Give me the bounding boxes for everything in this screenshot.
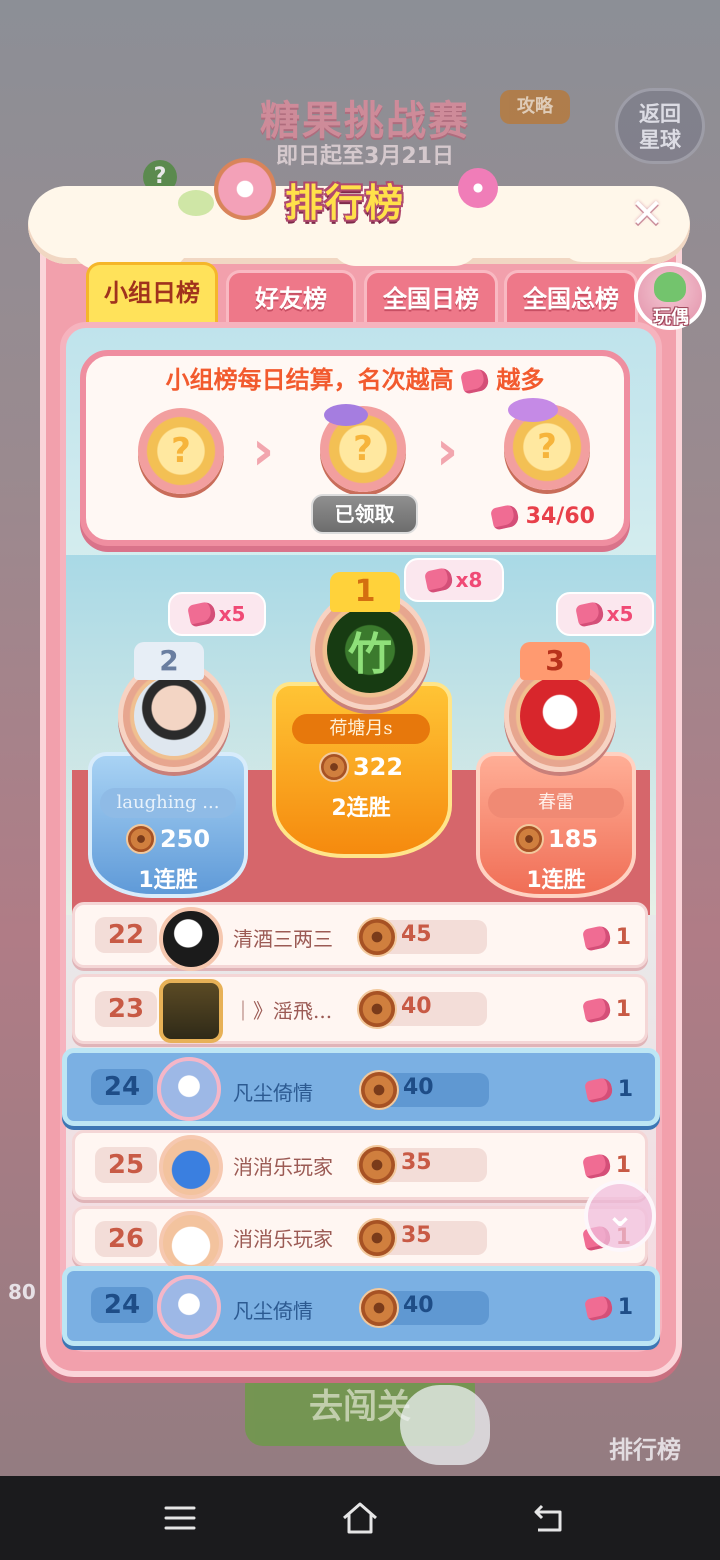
tab-national-total[interactable]: 全国总榜 — [504, 270, 638, 322]
row-score: 40 — [403, 1293, 434, 1318]
system-nav-bar — [0, 1476, 720, 1560]
third-streak: 1连胜 — [526, 868, 586, 893]
chevron-right-icon: › — [436, 419, 459, 482]
row-avatar[interactable] — [157, 1057, 221, 1121]
ticket-icon — [423, 566, 454, 594]
second-streak: 1连胜 — [138, 868, 198, 893]
question-chest-icon[interactable]: ? — [138, 408, 224, 494]
donut-icon — [357, 917, 397, 957]
donut-icon — [357, 989, 397, 1029]
row-avatar[interactable] — [159, 1135, 223, 1199]
tab-friends[interactable]: 好友榜 — [226, 270, 356, 322]
row-player-name: ｜》滛飛... — [233, 999, 333, 1023]
scroll-down-icon[interactable]: ⌄ — [584, 1180, 656, 1252]
lollipop-icon — [458, 168, 498, 208]
table-row[interactable]: 22 清酒三两三 45 1 — [72, 902, 648, 971]
row-rank: 25 — [95, 1147, 157, 1183]
grand-bow-icon — [508, 398, 558, 422]
row-score: 35 — [401, 1223, 432, 1248]
panel-title: 排行榜 — [285, 181, 406, 225]
ticket-icon — [574, 600, 605, 628]
table-row[interactable]: 26 消消乐玩家 35 1 — [72, 1206, 648, 1275]
donut-icon — [513, 824, 544, 854]
first-crown: 1 — [330, 572, 400, 612]
bow-icon — [324, 404, 368, 426]
chevron-right-icon: › — [252, 419, 275, 482]
ticket-icon — [583, 1076, 614, 1103]
table-row-current-user[interactable]: 24 凡尘倚情 40 1 — [62, 1048, 660, 1126]
event-dates: 即日起至3月21日 — [276, 144, 454, 169]
row-score: 35 — [401, 1150, 432, 1175]
back-to-planet-button[interactable]: 返回 星球 — [615, 88, 705, 164]
third-reward-bubble: x5 — [556, 592, 654, 636]
third-name: 春雷 — [488, 788, 624, 818]
row-score: 40 — [401, 994, 432, 1019]
table-row[interactable]: 23 ｜》滛飛... 40 1 — [72, 974, 648, 1044]
row-avatar[interactable] — [157, 1275, 221, 1339]
donut-icon — [318, 752, 349, 782]
ticket-icon — [581, 924, 612, 951]
claimed-button: 已领取 — [311, 494, 418, 534]
reward-progress: 34/60 — [489, 503, 595, 531]
ticket-icon — [581, 1152, 612, 1179]
row-rank: 23 — [95, 991, 157, 1027]
ticket-icon — [459, 367, 491, 395]
leaderboard-button[interactable]: 排行榜 — [590, 1380, 700, 1470]
frosting-drip — [330, 240, 480, 266]
toy-label: 玩偶 — [653, 307, 689, 328]
donut-title-icon — [214, 158, 276, 220]
side-value: 80 — [8, 1280, 36, 1304]
third-avatar[interactable] — [520, 676, 600, 756]
first-name: 荷塘月s — [292, 714, 430, 744]
row-rank: 22 — [95, 917, 157, 953]
ticket-icon — [581, 996, 612, 1023]
table-row[interactable]: 25 消消乐玩家 35 1 — [72, 1130, 648, 1200]
row-avatar[interactable] — [159, 979, 223, 1043]
row-reward: 1 — [581, 1152, 631, 1179]
reward-header: 小组榜每日结算，名次越高 越多 — [165, 366, 545, 395]
first-avatar[interactable]: 竹 — [327, 607, 413, 693]
guide-button[interactable]: 攻略 — [500, 90, 570, 124]
frog-icon — [654, 272, 686, 302]
third-crown: 3 — [520, 642, 590, 680]
row-avatar[interactable] — [159, 907, 223, 971]
row-reward: 1 — [583, 1076, 633, 1103]
row-rank: 24 — [91, 1287, 153, 1323]
donut-icon — [357, 1145, 397, 1185]
second-name: laughing ... — [100, 788, 236, 818]
tab-group-daily[interactable]: 小组日榜 — [86, 262, 218, 322]
row-rank: 24 — [91, 1069, 153, 1105]
second-avatar[interactable] — [134, 676, 214, 756]
candy-icon — [178, 190, 214, 216]
ticket-icon — [583, 1294, 614, 1321]
home-icon[interactable] — [300, 1476, 420, 1560]
first-score: 322 — [292, 752, 430, 782]
row-reward: 1 — [581, 924, 631, 951]
frosting-drip — [560, 240, 660, 262]
first-streak: 2连胜 — [331, 796, 391, 821]
first-reward-bubble: x8 — [404, 558, 504, 602]
row-score: 40 — [403, 1075, 434, 1100]
pointing-hand-icon — [400, 1385, 490, 1465]
second-reward-bubble: x5 — [168, 592, 266, 636]
row-rank: 26 — [95, 1221, 157, 1257]
second-crown: 2 — [134, 642, 204, 680]
ticket-icon — [186, 600, 217, 628]
donut-icon — [125, 824, 156, 854]
close-icon[interactable]: ✕ — [624, 192, 670, 238]
donut-icon — [359, 1070, 399, 1110]
row-reward: 1 — [583, 1294, 633, 1321]
back-icon[interactable] — [488, 1476, 608, 1560]
row-score: 45 — [401, 922, 432, 947]
ticket-icon — [489, 503, 521, 531]
tab-national-daily[interactable]: 全国日榜 — [364, 270, 498, 322]
second-score: 250 — [100, 824, 236, 854]
donut-icon — [359, 1288, 399, 1328]
pinned-current-user-row[interactable]: 24 凡尘倚情 40 1 — [62, 1266, 660, 1346]
third-score: 185 — [488, 824, 624, 854]
donut-icon — [357, 1218, 397, 1258]
menu-icon[interactable] — [120, 1476, 240, 1560]
row-reward: 1 — [581, 996, 631, 1023]
